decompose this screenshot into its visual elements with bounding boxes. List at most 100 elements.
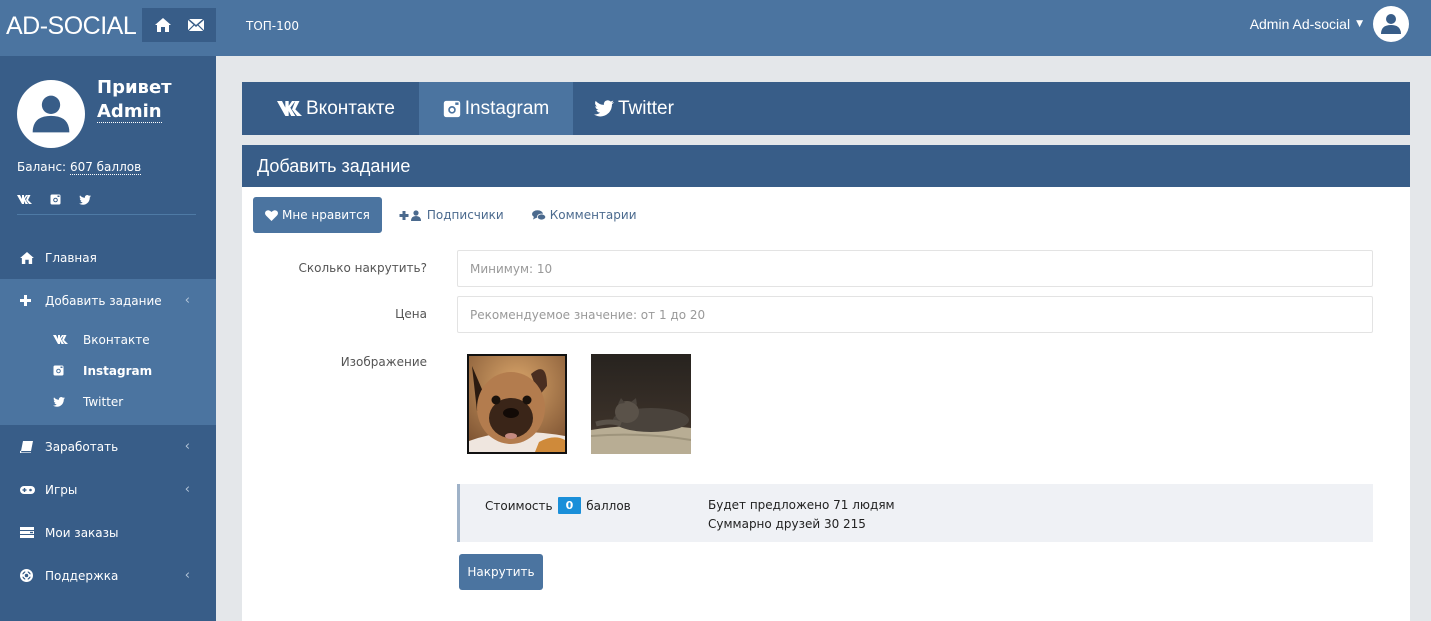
vk-icon[interactable] [17,194,32,205]
sidebar-item-support[interactable]: Поддержка ‹ [0,554,216,597]
sidebar-item-my-orders[interactable]: Мои заказы [0,511,216,554]
chevron-left-icon: ‹ [184,568,190,583]
app-logo[interactable]: AD-SOCIAL [6,12,137,41]
tab-likes[interactable]: Мне нравится [253,197,382,233]
top-icon-group [142,8,216,42]
count-input[interactable] [457,250,1373,287]
twitter-icon[interactable] [79,194,91,205]
comments-icon [531,209,546,221]
tab-twitter[interactable]: Twitter [573,82,674,135]
tab-label: Вконтакте [306,97,395,119]
task-type-tabs: Мне нравится Подписчики Комментарии [253,197,637,233]
cost-unit: баллов [586,498,631,513]
sidebar-nav: Главная Добавить задание ‹ Вконтакте Ins… [0,236,216,597]
avatar[interactable] [1373,6,1409,42]
home-icon[interactable] [154,18,171,32]
user-name[interactable]: Admin Ad-social [1250,16,1350,32]
balance-label: Баланс: [17,160,67,174]
envelope-icon[interactable] [187,19,204,31]
add-task-panel: Добавить задание Мне нравится Подписчики… [242,145,1410,621]
friends-total: Суммарно друзей 30 215 [708,517,866,531]
offered-count: Будет предложено 71 людям [708,498,895,512]
image-label: Изображение [340,355,427,369]
count-row: Сколько накрутить? [242,250,1410,287]
sidebar-subitem-label: Instagram [83,363,153,378]
price-input[interactable] [457,296,1373,333]
sidebar-subitem-vk[interactable]: Вконтакте [0,324,216,355]
chevron-left-icon: ‹ [184,293,190,308]
list-icon [20,527,45,538]
tab-vkontakte[interactable]: Вконтакте [242,82,419,135]
sidebar: Привет Admin Баланс: 607 баллов Главная [0,56,216,621]
greeting-text: Привет [97,77,172,98]
user-icon [1381,14,1401,34]
sidebar-item-label: Поддержка [45,568,119,583]
plus-icon [20,295,45,306]
top-navbar: AD-SOCIAL ТОП-100 Admin Ad-social ▼ [0,0,1431,56]
vk-icon [53,335,83,344]
instagram-icon [443,100,461,118]
sidebar-item-add-task[interactable]: Добавить задание ‹ [0,279,216,322]
sidebar-item-label: Заработать [45,439,119,454]
image-thumbnail-dog[interactable] [467,354,567,454]
twitter-icon [594,100,614,117]
home-icon [20,251,45,264]
sidebar-group-add-task: Добавить задание ‹ Вконтакте Instagram T… [0,279,216,425]
sidebar-subitem-instagram[interactable]: Instagram [0,355,216,386]
profile-block: Привет Admin Баланс: 607 баллов [0,56,216,216]
tab-label: Комментарии [549,208,637,222]
greeting: Привет Admin [97,76,172,124]
cost-badge: 0 [557,497,582,514]
sidebar-item-label: Главная [45,250,97,265]
tab-label: Подписчики [426,208,504,222]
count-label: Сколько накрутить? [298,261,427,275]
instagram-icon[interactable] [50,194,61,205]
chevron-left-icon: ‹ [184,439,190,454]
vk-icon [277,101,302,116]
heart-icon [265,209,278,221]
tab-instagram[interactable]: Instagram [419,82,573,135]
add-user-icon [399,209,423,221]
profile-name-link[interactable]: Admin [97,102,162,123]
social-links [17,194,91,205]
sidebar-item-label: Мои заказы [45,525,119,540]
divider [17,214,196,215]
sidebar-item-label: Игры [45,482,78,497]
book-icon [20,440,45,453]
tab-label: Twitter [618,97,674,119]
cost-summary: Стоимость 0 баллов Будет предложено 71 л… [457,484,1373,542]
network-tabs: Вконтакте Instagram Twitter [242,82,1410,135]
avatar [17,80,85,148]
sidebar-subitem-label: Twitter [83,394,124,409]
instagram-icon [53,365,83,376]
reach-info: Будет предложено 71 людям Суммарно друзе… [708,496,895,534]
sidebar-item-label: Добавить задание [45,293,162,308]
gamepad-icon [20,485,45,494]
tab-label: Instagram [464,97,550,119]
submit-button[interactable]: Накрутить [459,554,543,590]
price-label: Цена [395,307,427,321]
twitter-icon [53,396,83,407]
cost-label: Стоимость [485,498,553,513]
sidebar-subitem-label: Вконтакте [83,332,150,347]
panel-title: Добавить задание [242,145,1410,187]
sidebar-item-games[interactable]: Игры ‹ [0,468,216,511]
cost-line: Стоимость 0 баллов [485,497,631,514]
user-menu[interactable]: Admin Ad-social ▼ [1250,6,1409,42]
sidebar-subitem-twitter[interactable]: Twitter [0,386,216,417]
top-100-link[interactable]: ТОП-100 [246,19,299,33]
image-thumbnail-cat[interactable] [590,354,692,454]
chevron-down-icon[interactable]: ▼ [1356,19,1363,29]
user-icon [32,95,70,133]
lifebuoy-icon [20,569,45,582]
tab-comments[interactable]: Комментарии [531,197,637,233]
price-row: Цена [242,296,1410,333]
sidebar-item-earn[interactable]: Заработать ‹ [0,425,216,468]
balance: Баланс: 607 баллов [17,160,142,175]
tab-followers[interactable]: Подписчики [399,197,504,233]
tab-label: Мне нравится [282,208,370,222]
chevron-left-icon: ‹ [184,482,190,497]
sidebar-item-home[interactable]: Главная [0,236,216,279]
balance-value[interactable]: 607 баллов [69,160,142,175]
image-row: Изображение [242,353,1410,455]
